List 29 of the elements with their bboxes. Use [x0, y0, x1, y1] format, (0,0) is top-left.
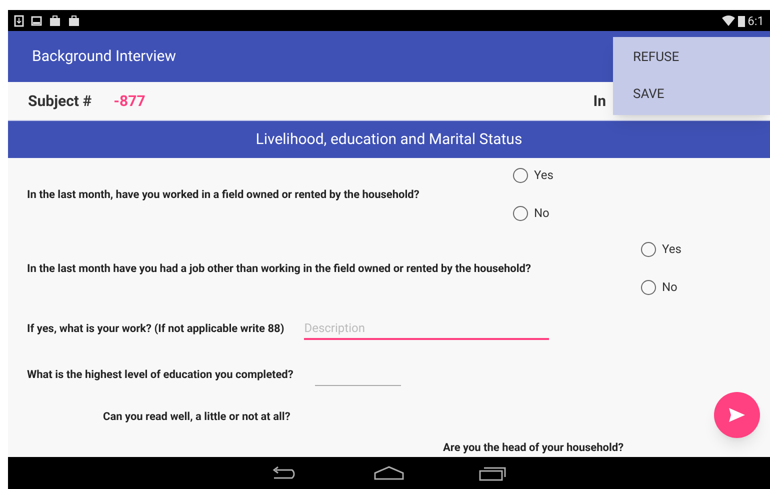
radio-option[interactable]: Yes — [513, 166, 554, 184]
battery-icon — [738, 14, 745, 26]
send-button[interactable] — [714, 392, 760, 438]
question-text: If yes, what is your work? (If not applicable write 88) — [27, 320, 284, 337]
menu-item[interactable]: REFUSE — [633, 48, 680, 67]
text-field[interactable]: Description — [304, 318, 550, 340]
radio-option[interactable]: No — [641, 278, 682, 296]
question-text: In the last month have you had a job other than working in the field owned or rented by the household? — [27, 260, 531, 277]
question-text: What is the highest level of education you completed? — [27, 366, 294, 383]
wifi-icon — [722, 15, 735, 26]
menu-item[interactable]: SAVE — [633, 85, 664, 104]
question-text: Are you the head of your household? — [443, 440, 624, 456]
send-icon — [729, 408, 745, 422]
section-title: Livelihood, education and Marital Status — [256, 129, 522, 150]
clock-time: 6:1 — [748, 14, 764, 26]
image-icon — [31, 14, 42, 26]
subject-label: Subject # — [28, 90, 92, 112]
briefcase-icon — [68, 14, 80, 26]
home-icon[interactable] — [374, 466, 404, 480]
radio-option[interactable]: No — [513, 204, 554, 222]
subject-number: -877 — [114, 90, 146, 112]
question-text: In the last month, have you worked in a field owned or rented by the household? — [27, 186, 420, 203]
download-icon — [14, 14, 24, 26]
radio-option[interactable]: Yes — [641, 240, 682, 258]
briefcase-icon — [49, 14, 61, 26]
recents-icon[interactable] — [479, 465, 507, 481]
app-title: Background Interview — [32, 46, 176, 68]
field-label: In — [593, 90, 606, 112]
question-text: Can you read well, a little or not at all? — [103, 408, 290, 425]
